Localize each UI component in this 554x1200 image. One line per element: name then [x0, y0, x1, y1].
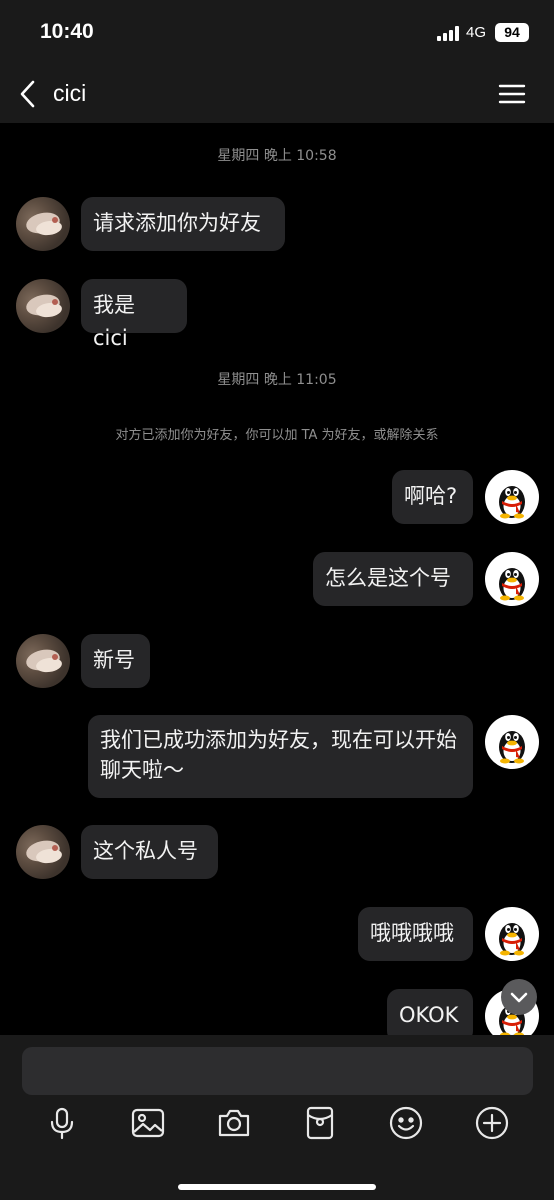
network-type: 4G: [466, 24, 487, 41]
red-packet-icon[interactable]: [302, 1105, 338, 1141]
message-bubble-sent[interactable]: 啊哈?: [392, 470, 473, 524]
my-avatar-penguin-icon[interactable]: [485, 470, 539, 524]
hamburger-menu-icon[interactable]: [497, 82, 527, 106]
contact-avatar[interactable]: [16, 279, 70, 333]
signal-icon: [437, 26, 459, 41]
my-avatar-penguin-icon[interactable]: [485, 715, 539, 769]
status-bar: 10:40 4G 94: [0, 0, 554, 66]
my-avatar-penguin-icon[interactable]: [485, 552, 539, 606]
message-bubble-sent[interactable]: 我们已成功添加为好友，现在可以开始聊天啦～: [88, 715, 473, 798]
plus-icon[interactable]: [474, 1105, 510, 1141]
message-input[interactable]: [22, 1047, 533, 1095]
timestamp: 星期四 晚上 11:05: [217, 372, 337, 388]
contact-avatar[interactable]: [16, 197, 70, 251]
home-indicator: [178, 1184, 376, 1190]
message-bubble-received[interactable]: 新号: [81, 634, 150, 688]
timestamp: 星期四 晚上 10:58: [217, 148, 337, 164]
message-bubble-received[interactable]: 请求添加你为好友: [81, 197, 285, 251]
contact-avatar[interactable]: [16, 825, 70, 879]
system-notice: 对方已添加你为好友，你可以加 TA 为好友，或解除关系: [115, 428, 439, 443]
message-bubble-sent[interactable]: 哦哦哦哦: [358, 907, 473, 961]
scroll-to-bottom-chevron-down-icon[interactable]: [501, 979, 537, 1015]
message-bubble-received[interactable]: 这个私人号: [81, 825, 218, 879]
status-time: 10:40: [40, 20, 94, 43]
chat-title: cici: [53, 80, 87, 106]
camera-icon[interactable]: [216, 1105, 252, 1141]
chat-header: cici: [0, 66, 554, 123]
message-bubble-sent[interactable]: 怎么是这个号: [313, 552, 473, 606]
microphone-icon[interactable]: [44, 1105, 80, 1141]
chevron-left-icon[interactable]: [14, 78, 44, 110]
emoji-icon[interactable]: [388, 1105, 424, 1141]
battery-icon: 94: [495, 23, 529, 42]
contact-avatar[interactable]: [16, 634, 70, 688]
my-avatar-penguin-icon[interactable]: [485, 907, 539, 961]
message-bubble-received[interactable]: 我是 cici: [81, 279, 187, 350]
input-panel: [0, 1035, 554, 1200]
image-icon[interactable]: [130, 1105, 166, 1141]
